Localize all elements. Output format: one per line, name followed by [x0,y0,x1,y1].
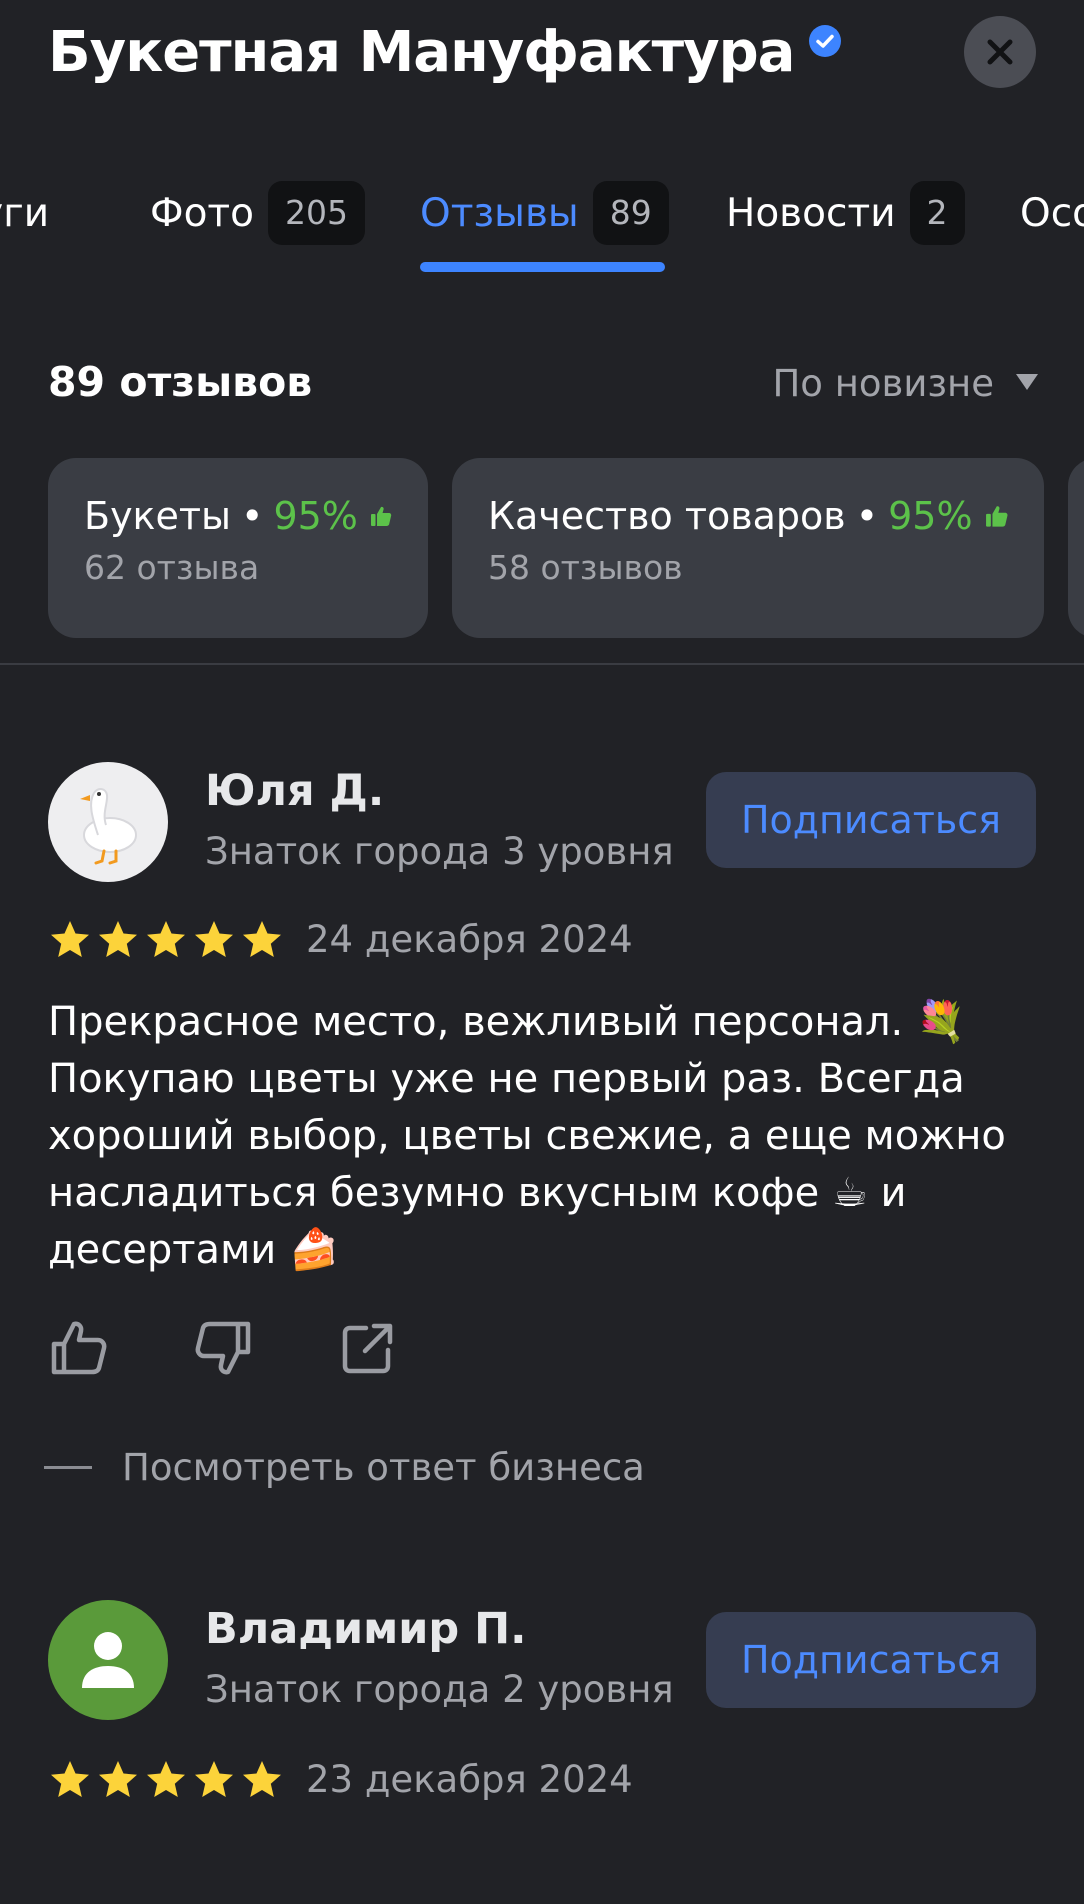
divider [0,663,1084,665]
author-level: Знаток города 3 уровня [205,830,674,873]
aspect-percent: 95% [273,494,358,538]
author-level: Знаток города 2 уровня [205,1668,674,1711]
star-icon [51,1761,89,1797]
aspect-card-partial[interactable] [1068,458,1084,638]
business-reply-label: Посмотреть ответ бизнеса [122,1446,645,1489]
sort-label: По новизне [772,362,994,405]
author-name[interactable]: Владимир П. [205,1604,527,1654]
aspect-card-bouquets[interactable]: Букеты • 95% 62 отзыва [48,458,428,638]
active-tab-indicator [420,262,665,272]
org-title-text: Букетная Мануфактура [48,20,795,85]
header: Букетная Мануфактура [0,0,1084,130]
verified-icon [809,24,842,57]
author-name[interactable]: Юля Д. [205,766,384,816]
tab-label: Отзывы [420,190,579,236]
star-icon [195,1761,233,1797]
org-title: Букетная Мануфактура [48,20,842,85]
business-reply-toggle[interactable]: Посмотреть ответ бизнеса [44,1446,645,1489]
review-text: Прекрасное место, вежливый персонал. 💐 П… [48,999,1006,1273]
tab-photo[interactable]: Фото 205 [150,178,366,248]
tab-label: Фото [150,190,255,236]
aspect-header: Качество товаров • 95% [488,494,1008,538]
reply-line [44,1466,92,1469]
thumbs-up-icon [370,506,392,527]
star-icon [99,1761,137,1797]
dislike-icon[interactable] [194,1318,254,1378]
sort-dropdown[interactable]: По новизне [772,362,1038,405]
separator-dot: • [241,494,264,538]
dropdown-arrow-icon [1016,373,1038,390]
subscribe-button[interactable]: Подписаться [706,772,1036,868]
star-icon [243,1761,281,1797]
tab-label: Новости [726,190,896,236]
star-icon [99,921,137,957]
tab-label: Услуги [0,190,50,236]
separator-dot: • [855,494,879,538]
user-icon [82,1632,134,1688]
star-icon [147,921,185,957]
rating-stars [48,1758,284,1802]
tab-features[interactable]: Особенности [1020,178,1084,248]
avatar[interactable] [48,1600,168,1720]
aspect-name: Качество товаров [488,494,846,538]
aspect-reviews-count: 62 отзыва [84,548,260,587]
close-button[interactable] [964,16,1036,88]
tab-count-badge: 89 [592,181,669,245]
aspect-percent: 95% [888,494,973,538]
subscribe-button[interactable]: Подписаться [706,1612,1036,1708]
reviews-count: 89 отзывов [48,358,313,406]
review-date: 24 декабря 2024 [306,918,633,961]
tab-services[interactable]: Услуги [0,178,49,248]
share-icon[interactable] [338,1318,398,1378]
tab-label: Особенности [1020,190,1084,236]
tab-news[interactable]: Новости 2 [726,178,965,248]
page: Букетная Мануфактура Услуги Фото 205 Отз… [0,0,1084,1904]
aspect-header: Букеты • 95% [84,494,392,538]
tab-reviews[interactable]: Отзывы 89 [420,178,669,248]
star-icon [51,921,89,957]
tab-count-badge: 2 [909,181,965,245]
close-icon [987,39,1013,65]
avatar[interactable] [48,762,168,882]
goose-avatar-icon [80,788,137,865]
star-icon [147,1761,185,1797]
thumbs-up-icon [985,506,1008,527]
aspect-card-quality[interactable]: Качество товаров • 95% 58 отзывов [452,458,1044,638]
rating-stars [48,918,284,962]
aspect-name: Букеты [84,494,232,538]
review-date: 23 декабря 2024 [306,1758,633,1801]
star-icon [195,921,233,957]
like-icon[interactable] [48,1318,108,1378]
star-icon [243,921,281,957]
tab-count-badge: 205 [268,181,366,245]
aspect-reviews-count: 58 отзывов [488,548,683,587]
